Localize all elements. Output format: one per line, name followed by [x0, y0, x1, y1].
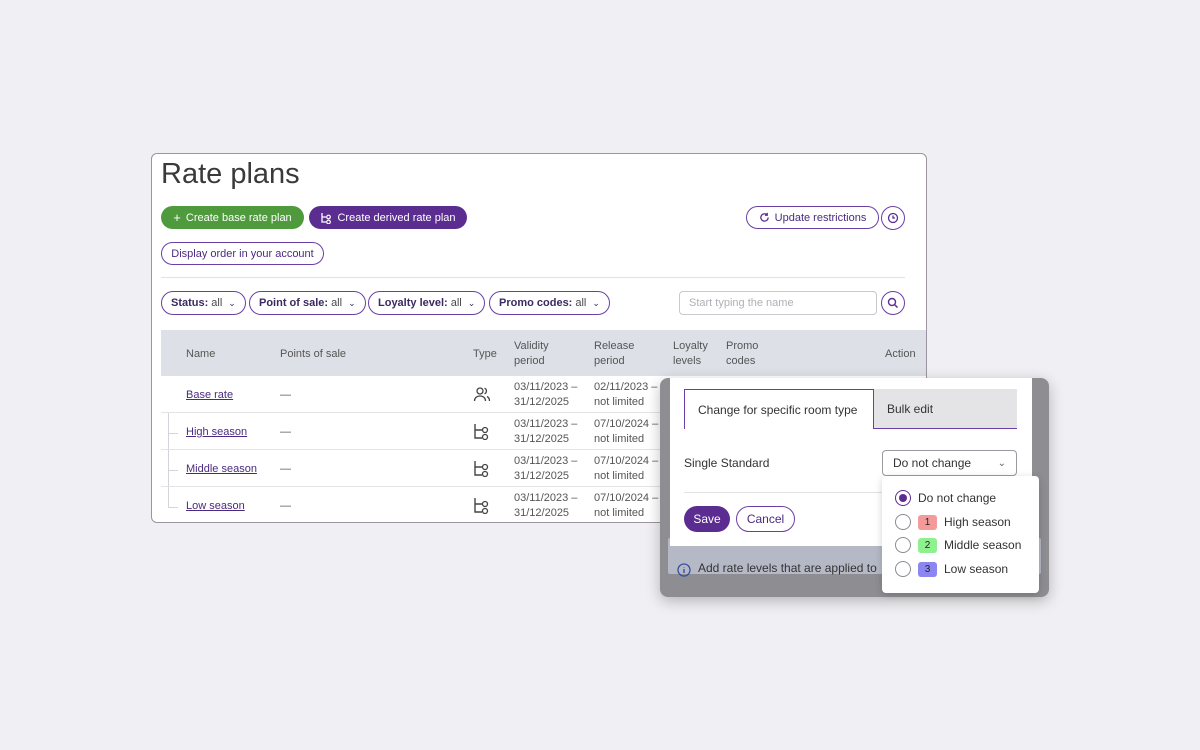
promo-codes-filter[interactable]: Promo codes: all ⌄ — [489, 291, 610, 315]
radio[interactable] — [895, 514, 911, 530]
level-badge: 1 — [918, 514, 937, 530]
room-type-label: Single Standard — [684, 456, 770, 470]
option-high-season[interactable]: 1 High season — [895, 513, 1011, 531]
tab-change-for-specific-room-type[interactable]: Change for specific room type — [684, 389, 874, 429]
table-header: Name Points of sale Type Validity period … — [161, 330, 926, 376]
people-icon — [473, 387, 491, 402]
header-validity: Validity period — [514, 340, 549, 367]
rate-plan-link[interactable]: High season — [186, 425, 247, 440]
level-badge: 2 — [918, 537, 937, 553]
chevron-down-icon: ⌄ — [592, 297, 600, 308]
rate-level-select[interactable]: Do not change ⌄ — [882, 450, 1017, 476]
update-restrictions-button[interactable]: Update restrictions — [746, 206, 879, 229]
derived-icon — [474, 424, 489, 440]
chevron-down-icon: ⌄ — [228, 297, 236, 308]
search-input[interactable] — [679, 291, 877, 315]
status-filter[interactable]: Status: all ⌄ — [161, 291, 246, 315]
option-do-not-change[interactable]: Do not change — [895, 489, 996, 507]
refresh-icon — [759, 212, 769, 222]
derived-icon — [474, 461, 489, 477]
rate-plan-link[interactable]: Low season — [186, 499, 245, 514]
point-of-sale-filter[interactable]: Point of sale: all ⌄ — [249, 291, 366, 315]
chevron-down-icon: ⌄ — [997, 457, 1006, 469]
header-type: Type — [473, 348, 497, 360]
radio[interactable] — [895, 561, 911, 577]
create-base-rate-plan-button[interactable]: + Create base rate plan — [161, 206, 304, 229]
create-derived-rate-plan-button[interactable]: Create derived rate plan — [309, 206, 467, 229]
header-points-of-sale: Points of sale — [280, 348, 347, 360]
background-notice-text: Add rate levels that are applied to — [698, 561, 877, 575]
page-title: Rate plans — [161, 158, 300, 190]
display-order-button[interactable]: Display order in your account — [161, 242, 324, 265]
rate-plan-link[interactable]: Base rate — [186, 388, 233, 403]
tab-bulk-edit[interactable]: Bulk edit — [874, 389, 1017, 429]
radio[interactable] — [895, 537, 911, 553]
clock-icon — [887, 212, 899, 224]
header-loyalty: Loyalty levels — [673, 340, 708, 367]
divider — [684, 492, 884, 493]
derived-icon — [474, 498, 489, 514]
option-low-season[interactable]: 3 Low season — [895, 560, 1008, 578]
search-icon — [887, 297, 899, 309]
chevron-down-icon: ⌄ — [348, 297, 356, 308]
derived-plan-icon — [321, 212, 332, 224]
divider — [161, 277, 905, 278]
level-badge: 3 — [918, 561, 937, 577]
info-icon — [677, 563, 691, 577]
radio-checked[interactable] — [895, 490, 911, 506]
search-button[interactable] — [881, 291, 905, 315]
loyalty-level-filter[interactable]: Loyalty level: all ⌄ — [368, 291, 486, 315]
header-action: Action — [885, 348, 916, 360]
header-name: Name — [186, 348, 216, 360]
chevron-down-icon: ⌄ — [467, 297, 476, 308]
plus-icon: + — [173, 210, 181, 225]
rate-level-dropdown: Do not change 1 High season 2 Middle sea… — [882, 476, 1039, 593]
history-button[interactable] — [881, 206, 905, 230]
rate-plan-link[interactable]: Middle season — [186, 462, 257, 477]
header-release: Release period — [594, 340, 635, 367]
cancel-button[interactable]: Cancel — [736, 506, 795, 532]
option-middle-season[interactable]: 2 Middle season — [895, 536, 1021, 554]
header-promo: Promo codes — [726, 340, 759, 367]
save-button[interactable]: Save — [684, 506, 730, 532]
